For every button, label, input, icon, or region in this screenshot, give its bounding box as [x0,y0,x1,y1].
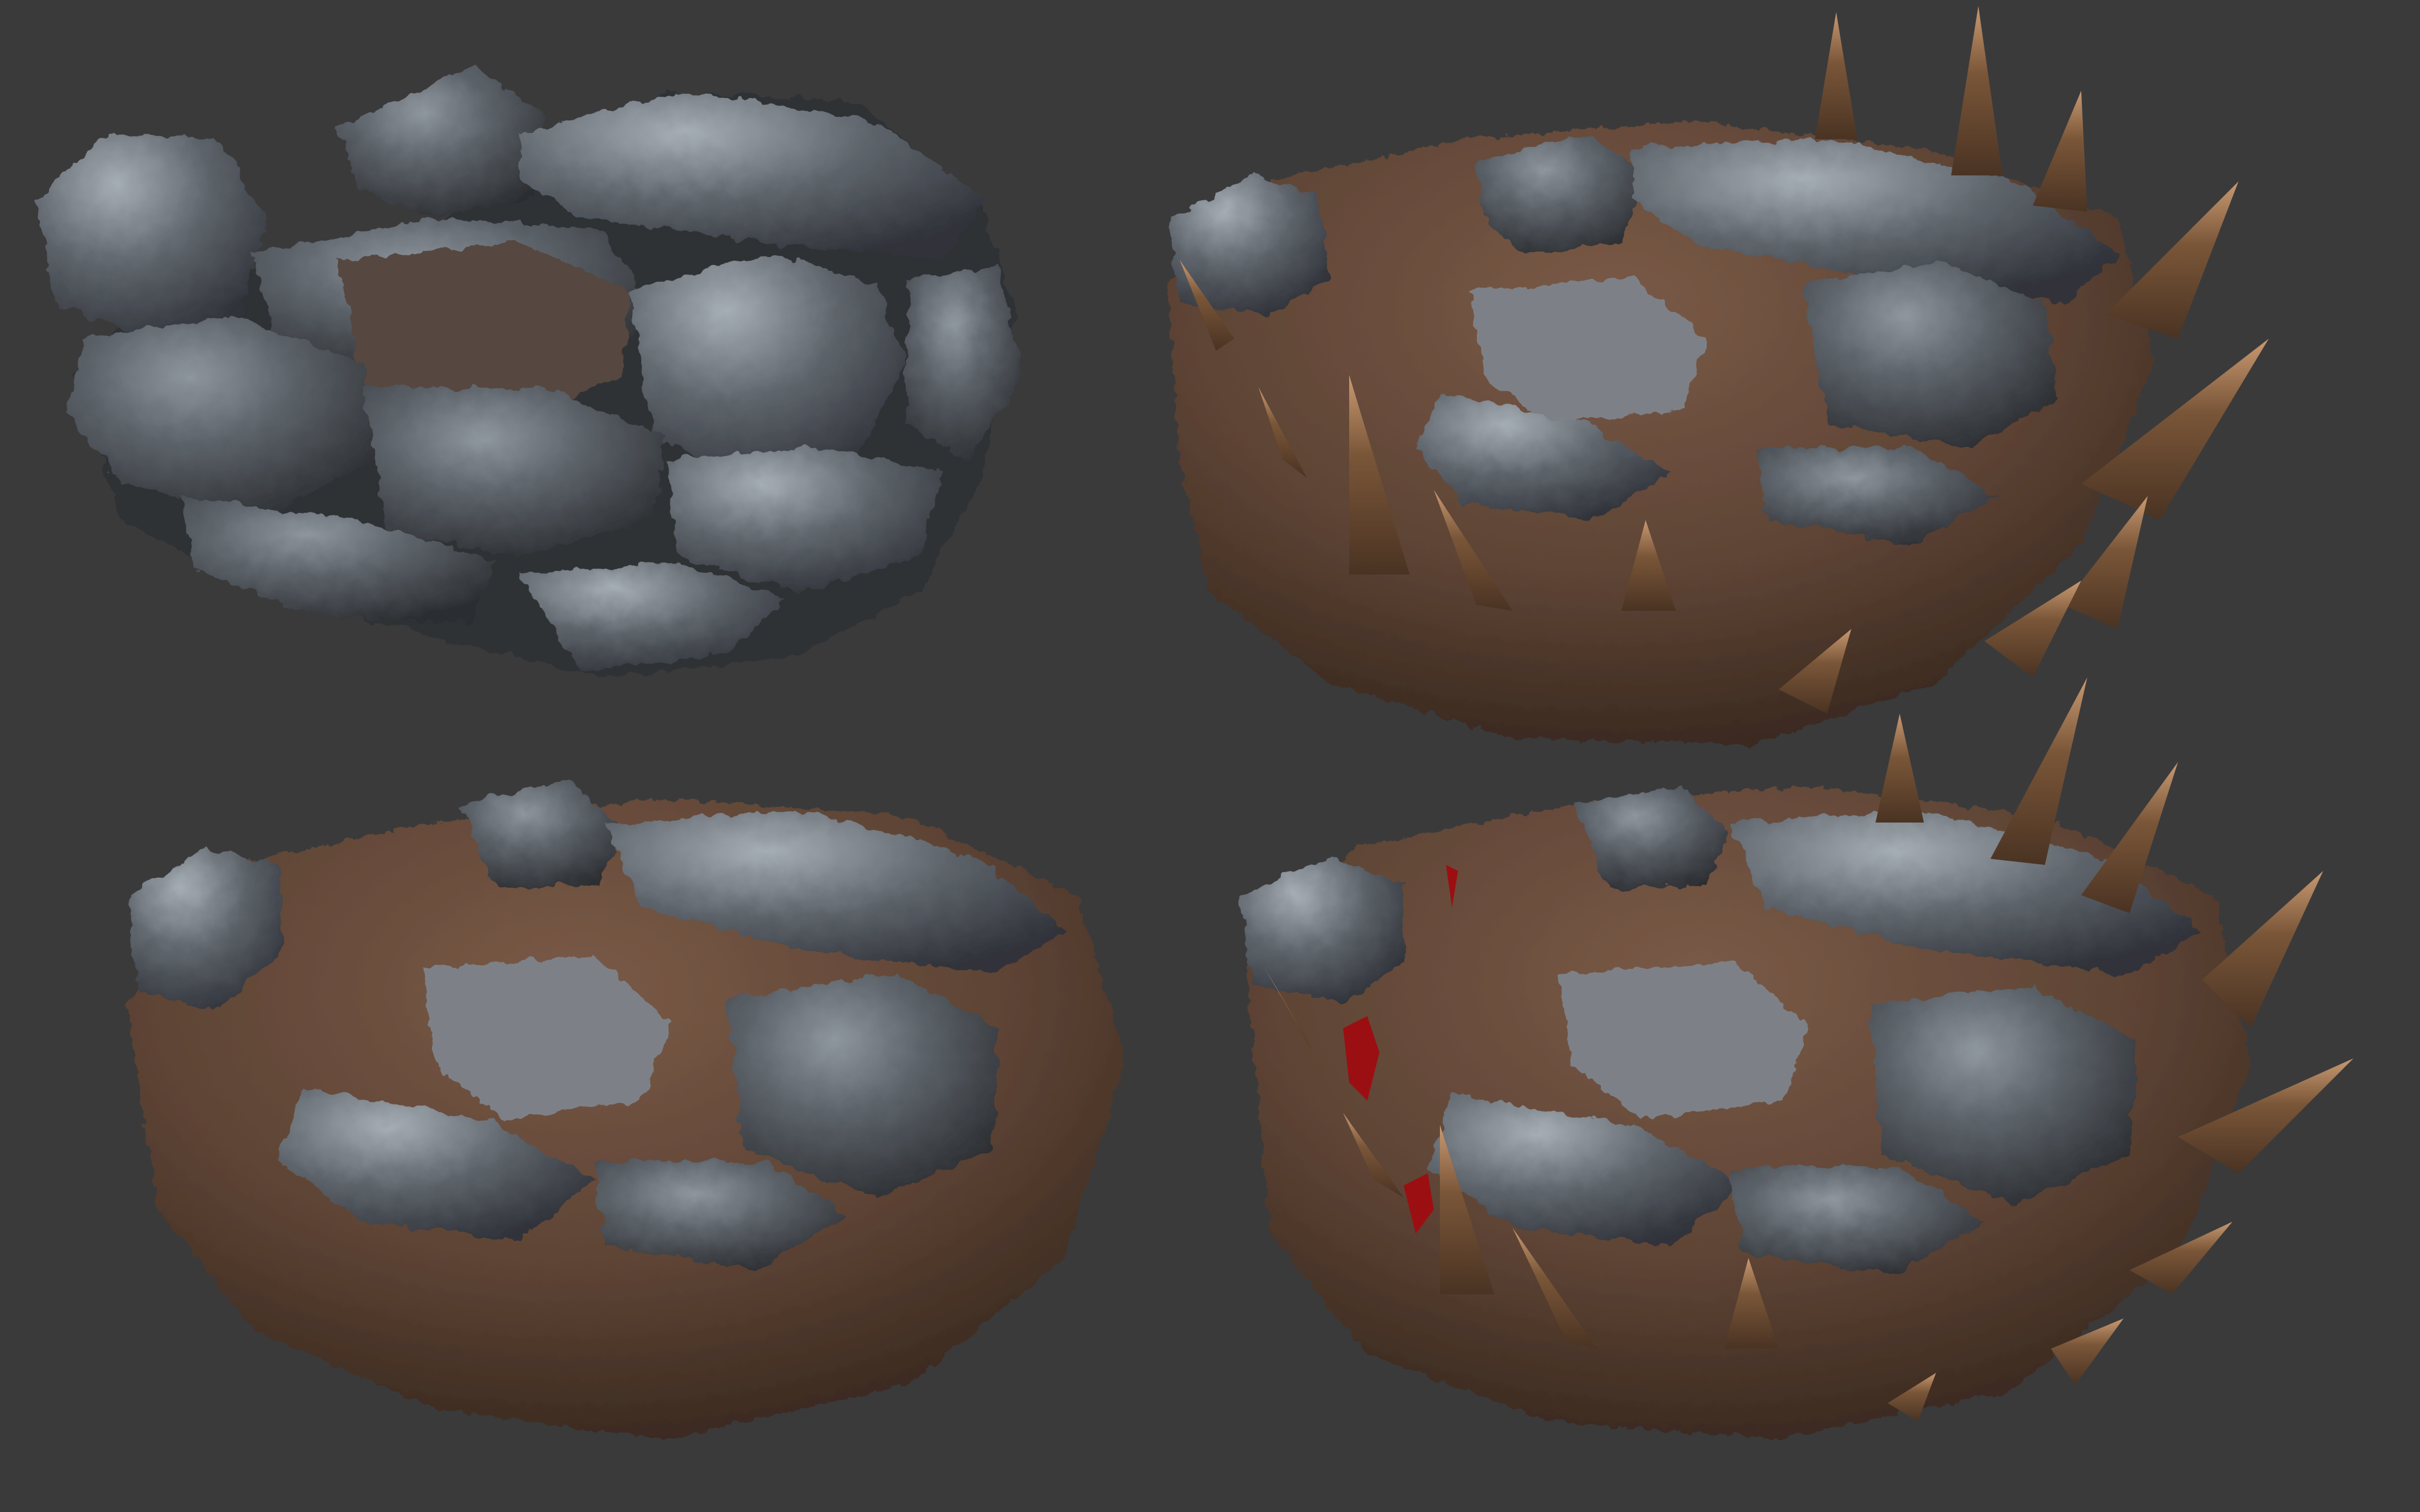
rock-pile-1 [36,67,1022,677]
render-rocks-only [36,6,2353,1439]
rock-pile-2 [1168,6,2269,744]
viewport-canvas [0,0,2420,1512]
rock-pile-3 [127,780,1125,1439]
rock-pile-4 [1240,677,2353,1439]
